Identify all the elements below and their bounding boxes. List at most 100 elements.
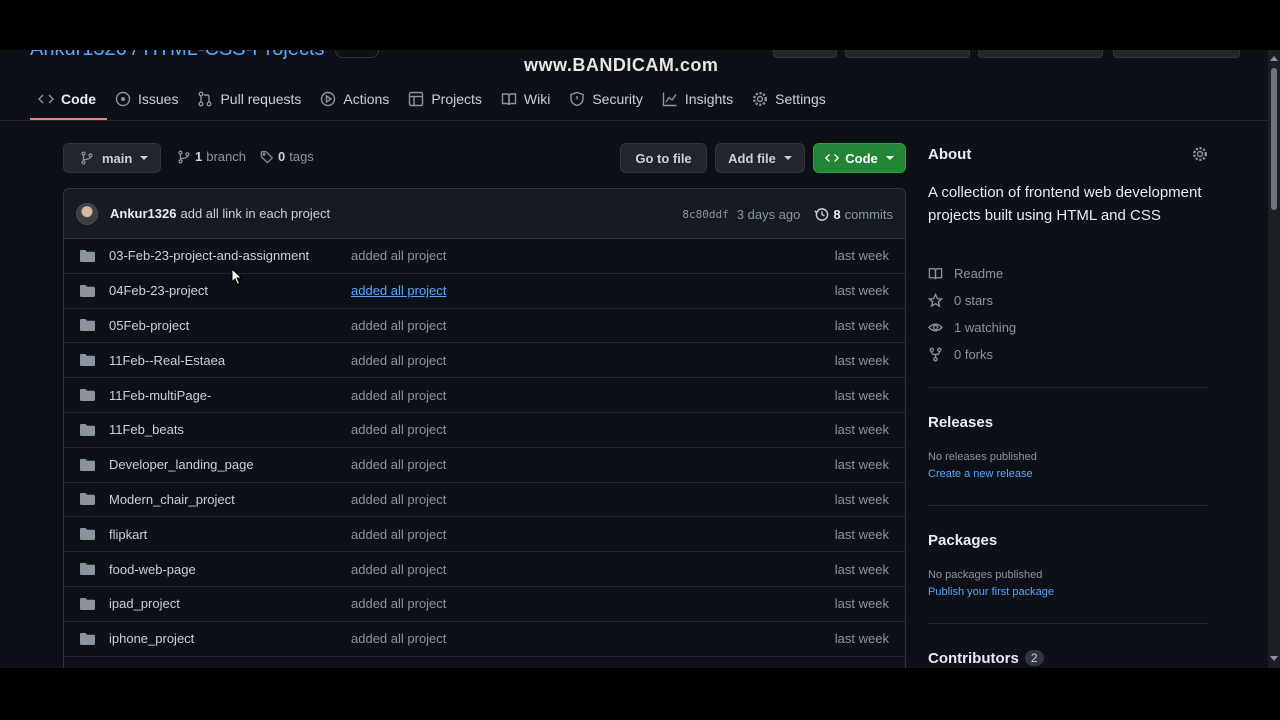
file-name-link[interactable]: ipad_project [109,596,351,611]
file-age: last week [834,631,889,647]
releases-heading[interactable]: Releases [928,414,993,431]
tab-pull-requests[interactable]: Pull requests [189,78,312,120]
table-row[interactable]: Developer_landing_page added all project l… [64,448,905,483]
table-row[interactable]: food-web-page added all project last week [64,552,905,587]
table-row[interactable]: ipad_project added all project last week [64,587,905,622]
gear-icon[interactable] [1192,146,1208,162]
repo-nav-tabs: Code Issues Pull requests Actions Projec… [30,78,837,120]
tab-label: Actions [343,91,390,107]
file-name-link[interactable]: flipkart [109,527,351,542]
tab-insights[interactable]: Insights [654,78,744,120]
readme-label: Readme [954,266,1004,281]
file-age: last week [834,283,889,299]
fork-button[interactable] [978,50,1103,58]
table-row[interactable]: 11Feb--Real-Estaea added all project last … [64,343,905,379]
sidebar-divider [928,623,1208,624]
create-release-link[interactable]: Create a new release [928,468,1033,480]
stars-link[interactable]: 0 stars [928,293,993,308]
video-letterbox-bottom [0,668,1280,720]
readme-link[interactable]: Readme [928,266,1003,281]
watchers-link[interactable]: 1 watching [928,320,1016,335]
latest-commit-bar: Ankur1326 add all link in each project 8… [64,189,905,239]
add-file-button[interactable]: Add file [715,143,805,173]
file-commit-message-link[interactable]: added all project [351,353,446,368]
branches-link[interactable]: 1 branch [177,149,246,164]
table-row[interactable]: 03-Feb-23-project-and-assignment added al… [64,239,905,274]
page-scrollbar[interactable] [1268,50,1280,668]
tab-code[interactable]: Code [30,78,107,120]
file-name-link[interactable]: food-web-page [109,562,351,577]
file-age: last week [834,526,889,542]
file-commit-message-link[interactable]: added all project [351,457,446,472]
file-name-link[interactable]: 03-Feb-23-project-and-assignment [109,248,351,263]
file-commit-message-link[interactable]: added all project [351,631,446,646]
tab-issues[interactable]: Issues [107,78,189,120]
repo-title-text[interactable]: Ankur1326 / HTML-CSS-Projects [30,50,325,60]
commit-author-link[interactable]: Ankur1326 [110,206,176,221]
tags-link[interactable]: 0 tags [260,149,314,164]
file-commit-message-link[interactable]: added all project [351,283,446,298]
table-row[interactable]: flipkart added all project last week [64,517,905,553]
star-button[interactable] [1113,50,1240,58]
tab-settings[interactable]: Settings [744,78,837,120]
code-dropdown-button[interactable]: Code [813,143,906,173]
avatar[interactable] [76,202,98,225]
file-commit-message-link[interactable]: added all project [351,422,446,437]
forks-link[interactable]: 0 forks [928,347,993,362]
table-row[interactable]: iphone_project added all project last week [64,622,905,657]
mouse-cursor-icon [231,268,243,286]
tab-projects[interactable]: Projects [400,78,493,120]
file-commit-message-link[interactable]: added all project [351,596,446,611]
watch-button[interactable] [845,50,970,58]
tags-label: tags [289,149,314,164]
commits-link[interactable]: 8 commits [814,207,893,222]
branch-selector-button[interactable]: main [63,143,161,173]
commit-hash-link[interactable]: 8c80ddf [682,208,728,221]
scroll-down-arrow-icon[interactable] [1270,656,1278,661]
file-name-link[interactable]: Developer_landing_page [109,457,351,472]
file-name-link[interactable]: 11Feb-multiPage- [109,388,351,403]
scrollbar-thumb[interactable] [1271,68,1277,210]
repo-title[interactable]: Ankur1326 / HTML-CSS-Projects [30,50,379,61]
table-row[interactable]: 04Feb-23-project added all project last we… [64,274,905,309]
file-name-link[interactable]: 11Feb_beats [109,422,351,437]
packages-heading[interactable]: Packages [928,532,997,549]
publish-package-link[interactable]: Publish your first package [928,586,1054,598]
contributors-heading[interactable]: Contributors 2 [928,650,1044,667]
code-icon [38,94,54,104]
file-name-link[interactable]: iphone_project [109,631,351,646]
file-name-link[interactable]: 04Feb-23-project [109,283,351,298]
folder-icon [80,563,95,576]
file-commit-message-link[interactable]: added all project [351,388,446,403]
go-to-file-button[interactable]: Go to file [620,143,707,173]
table-row[interactable]: 11Feb-multiPage-added all project last we… [64,378,905,413]
file-commit-message-link[interactable]: added all project [351,527,446,542]
folder-icon [80,284,95,297]
file-name-link[interactable]: Modern_chair_project [109,492,351,507]
folder-icon [80,493,95,506]
pin-button[interactable] [773,50,837,58]
file-commit-message-link[interactable]: added all project [351,248,446,263]
stars-label: 0 stars [954,293,994,308]
go-to-file-label: Go to file [635,150,692,166]
commit-message-link[interactable]: add all link in each project [180,206,330,221]
tab-security[interactable]: Security [561,78,654,120]
file-commit-message-link[interactable]: added all project [351,318,446,333]
table-row[interactable]: Modern_chair_project added all project las… [64,483,905,518]
folder-icon [80,249,95,262]
table-row[interactable]: 11Feb_beats added all project last week [64,413,905,448]
scroll-up-arrow-icon[interactable] [1270,56,1278,61]
folder-icon [80,458,95,471]
file-age: last week [834,248,889,264]
table-row[interactable]: 05Feb-project added all project last week [64,309,905,344]
tab-label: Settings [775,91,826,107]
file-name-link[interactable]: 05Feb-project [109,318,351,333]
tab-actions[interactable]: Actions [312,78,400,120]
book-icon [501,93,517,106]
browser-viewport: Ankur1326 / HTML-CSS-Projects www.BANDIC… [0,50,1280,668]
file-name-link[interactable]: 11Feb--Real-Estaea [109,353,351,368]
file-commit-message-link[interactable]: added all project [351,562,446,577]
file-commit-message-link[interactable]: added all project [351,492,446,507]
sidebar-divider [928,387,1208,388]
tab-wiki[interactable]: Wiki [493,78,561,120]
